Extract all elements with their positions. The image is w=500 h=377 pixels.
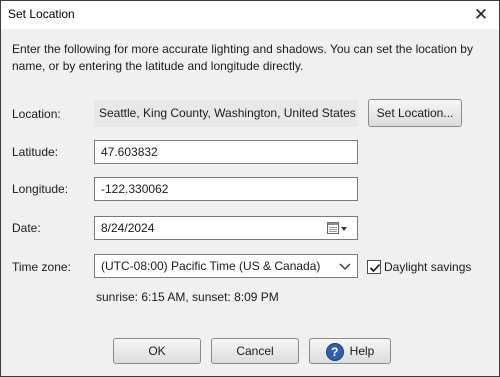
- timezone-value: (UTC-08:00) Pacific Time (US & Canada): [101, 259, 321, 273]
- help-button-label: Help: [349, 344, 375, 358]
- sun-times-text: sunrise: 6:15 AM, sunset: 8:09 PM: [96, 290, 279, 304]
- date-label: Date:: [12, 221, 41, 235]
- date-value: 8/24/2024: [101, 221, 155, 235]
- timezone-select[interactable]: (UTC-08:00) Pacific Time (US & Canada): [94, 254, 358, 278]
- latitude-label: Latitude:: [12, 145, 59, 159]
- latitude-field[interactable]: 47.603832: [94, 140, 358, 164]
- help-icon: ?: [325, 342, 344, 361]
- checkmark-icon: [369, 263, 381, 273]
- help-button[interactable]: ? Help: [309, 338, 391, 364]
- chevron-down-icon[interactable]: [339, 260, 351, 272]
- cancel-button[interactable]: Cancel: [211, 338, 299, 364]
- title-bar: Set Location ✕: [1, 1, 499, 29]
- longitude-field[interactable]: -122.330062: [94, 177, 358, 201]
- ok-button[interactable]: OK: [113, 338, 201, 364]
- daylight-savings-label[interactable]: Daylight savings: [384, 260, 471, 274]
- timezone-label: Time zone:: [12, 260, 71, 274]
- dialog-title: Set Location: [8, 7, 75, 21]
- location-label: Location:: [12, 107, 61, 121]
- close-icon[interactable]: ✕: [469, 4, 493, 26]
- location-value: Seattle, King County, Washington, United…: [94, 100, 358, 127]
- set-location-button[interactable]: Set Location...: [368, 99, 462, 127]
- daylight-savings-checkbox[interactable]: [367, 260, 381, 274]
- set-location-dialog: Set Location ✕ Enter the following for m…: [0, 0, 500, 377]
- intro-text: Enter the following for more accurate li…: [12, 42, 473, 73]
- calendar-dropdown-icon[interactable]: [327, 221, 349, 236]
- longitude-label: Longitude:: [12, 182, 69, 196]
- date-picker[interactable]: 8/24/2024: [94, 216, 358, 240]
